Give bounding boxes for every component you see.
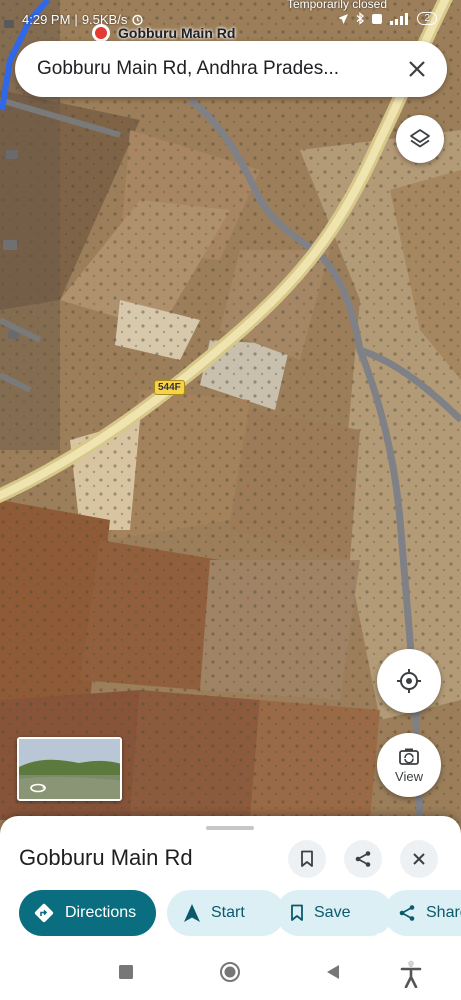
layers-icon (410, 129, 430, 148)
data-saver-icon (372, 13, 383, 24)
bookmark-icon (301, 850, 313, 867)
share-label: Share (426, 904, 461, 921)
bookmark-icon (291, 904, 303, 921)
directions-icon (34, 903, 54, 923)
close-icon (409, 61, 425, 77)
status-bar: 4:29 PM | 9.5KB/s Temporarily closed 2 G… (0, 0, 461, 42)
place-title: Gobburu Main Rd (19, 845, 193, 870)
clear-search-button[interactable] (403, 55, 431, 83)
street-view-thumbnail[interactable] (17, 737, 122, 801)
map-pin-icon (92, 24, 110, 42)
street-view-button[interactable]: View (377, 733, 441, 797)
share-icon (355, 851, 371, 867)
battery-indicator: 2 (417, 12, 437, 25)
camera-rotate-icon (399, 748, 419, 765)
close-icon (413, 853, 425, 865)
back-icon[interactable] (325, 964, 341, 980)
road-shield: 544F (154, 380, 185, 395)
my-location-button[interactable] (377, 649, 441, 713)
map-pin-label[interactable]: Gobburu Main Rd (92, 24, 235, 42)
crosshair-icon (397, 669, 421, 693)
location-arrow-icon (338, 13, 349, 24)
save-icon-button[interactable] (288, 840, 326, 878)
status-divider: | (74, 12, 78, 27)
share-icon (399, 905, 415, 921)
directions-button[interactable]: Directions (19, 890, 156, 936)
bluetooth-icon (356, 12, 365, 25)
close-sheet-button[interactable] (400, 840, 438, 878)
start-button[interactable]: Start (167, 890, 285, 936)
map-pin-text: Gobburu Main Rd (118, 25, 236, 41)
home-icon[interactable] (219, 961, 241, 983)
share-icon-button[interactable] (344, 840, 382, 878)
recents-icon[interactable] (118, 964, 134, 980)
status-right: 2 (337, 12, 437, 25)
status-time: 4:29 PM (22, 12, 71, 27)
navigation-arrow-icon (184, 904, 200, 922)
search-query[interactable]: Gobburu Main Rd, Andhra Prades... (37, 58, 387, 80)
olx-watermark: olx (342, 926, 419, 977)
sheet-drag-handle[interactable] (206, 826, 254, 830)
view-label: View (395, 768, 423, 784)
layers-button[interactable] (396, 115, 444, 163)
save-label: Save (314, 904, 351, 921)
temporarily-closed-label: Temporarily closed (286, 0, 387, 11)
start-label: Start (211, 904, 245, 921)
signal-icon (390, 12, 409, 25)
directions-label: Directions (65, 904, 137, 921)
search-bar[interactable]: Gobburu Main Rd, Andhra Prades... (15, 41, 447, 97)
rotate-360-icon (30, 783, 46, 793)
